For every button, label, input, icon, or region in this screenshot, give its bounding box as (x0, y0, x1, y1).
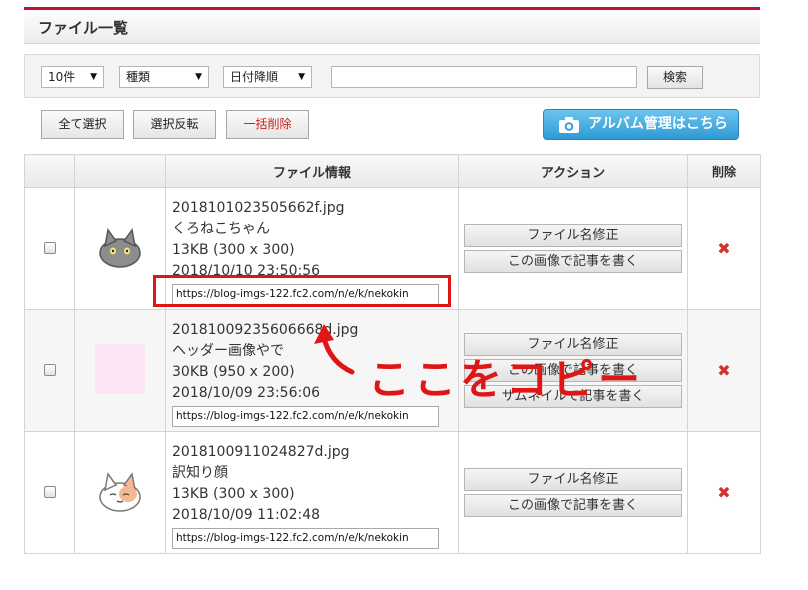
rename-file-button[interactable]: ファイル名修正 (464, 468, 682, 491)
black-cat-thumbnail (99, 227, 141, 268)
file-title: 訳知り顔 (172, 465, 228, 481)
sort-select[interactable]: 日付降順 ▼ (223, 66, 312, 88)
type-select-value: 種類 (126, 70, 151, 84)
row-checkbox[interactable] (43, 242, 56, 254)
page-header: ファイル一覧 (24, 7, 760, 44)
file-url-field[interactable]: https://blog-imgs-122.fc2.com/n/e/k/neko… (172, 406, 439, 427)
file-name: 2018100911024827d.jpg (172, 444, 350, 460)
write-article-button[interactable]: この画像で記事を書く (464, 250, 682, 273)
file-url-field[interactable]: https://blog-imgs-122.fc2.com/n/e/k/neko… (172, 528, 439, 549)
header-thumb (74, 154, 166, 188)
header-image-thumbnail (95, 343, 145, 394)
annotation-copy-text: ここをコピー (368, 355, 645, 404)
select-all-button[interactable]: 全て選択 (41, 110, 124, 139)
file-size: 13KB (300 x 300) (172, 242, 295, 258)
page-title: ファイル一覧 (38, 19, 129, 37)
header-delete: 削除 (687, 154, 761, 188)
album-manage-button[interactable]: アルバム管理はこちら (543, 109, 739, 140)
rename-file-button[interactable]: ファイル名修正 (464, 224, 682, 247)
header-action: アクション (458, 154, 688, 188)
file-date: 2018/10/09 11:02:48 (172, 507, 321, 523)
calico-cat-thumbnail (99, 471, 141, 512)
chevron-down-icon: ▼ (195, 72, 202, 82)
write-article-button[interactable]: この画像で記事を書く (464, 494, 682, 517)
row-checkbox[interactable] (43, 486, 56, 498)
file-title: くろねこちゃん (172, 221, 270, 237)
file-size: 13KB (300 x 300) (172, 486, 295, 502)
file-name: 2018101023505662f.jpg (172, 200, 345, 216)
count-select[interactable]: 10件 ▼ (41, 66, 104, 88)
close-icon[interactable]: ✖ (717, 483, 730, 502)
type-select[interactable]: 種類 ▼ (119, 66, 209, 88)
bulk-delete-button[interactable]: 一括削除 (226, 110, 309, 139)
count-select-value: 10件 (48, 70, 76, 84)
row-checkbox[interactable] (43, 364, 56, 376)
chevron-down-icon: ▼ (90, 72, 97, 82)
album-button-label: アルバム管理はこちら (588, 116, 728, 132)
chevron-down-icon: ▼ (298, 72, 305, 82)
header-file-info: ファイル情報 (165, 154, 459, 188)
search-button[interactable]: 検索 (647, 66, 703, 89)
header-check (24, 154, 75, 188)
camera-icon (559, 117, 579, 133)
table-row: 2018100911024827d.jpg 訳知り顔 13KB (300 x 3… (24, 431, 761, 554)
close-icon[interactable]: ✖ (717, 361, 730, 380)
filter-bar: 10件 ▼ 種類 ▼ 日付降順 ▼ 検索 (24, 54, 760, 98)
sort-select-value: 日付降順 (230, 70, 279, 84)
invert-selection-button[interactable]: 選択反転 (133, 110, 216, 139)
search-input[interactable] (331, 66, 637, 88)
close-icon[interactable]: ✖ (717, 239, 730, 258)
